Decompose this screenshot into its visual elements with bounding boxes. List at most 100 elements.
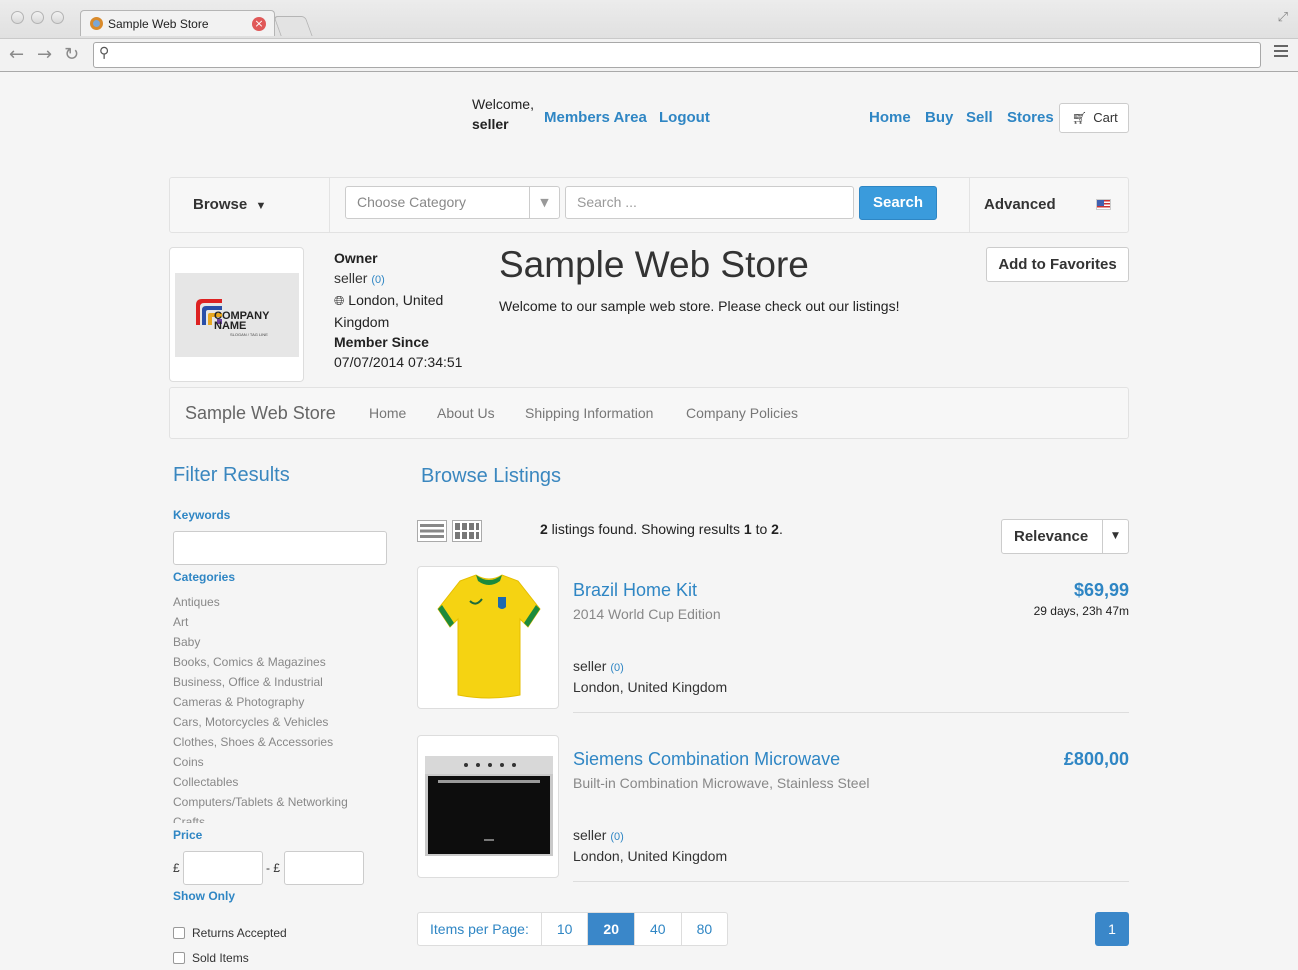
divider [969, 178, 970, 232]
store-nav-home[interactable]: Home [369, 405, 406, 421]
category-item[interactable]: Baby [173, 634, 373, 654]
company-logo: COMPANY NAME SLOGAN / TAG LINE [175, 273, 299, 357]
seller-feedback-count[interactable]: (0) [610, 662, 623, 674]
filter-results-heading: Filter Results [173, 464, 290, 486]
listing-location: London, United Kingdom [573, 679, 728, 695]
us-flag-icon[interactable] [1096, 199, 1111, 210]
per-page-option[interactable]: 10 [540, 913, 588, 945]
listing-seller: seller (0) [573, 658, 624, 674]
per-page-option[interactable]: 40 [633, 913, 681, 945]
listing-item: Siemens Combination Microwave Built-in C… [417, 735, 1129, 882]
store-nav-policies[interactable]: Company Policies [686, 405, 798, 421]
listing-title-link[interactable]: Brazil Home Kit [573, 580, 697, 601]
welcome-username: seller [472, 116, 509, 132]
seller-link[interactable]: seller [573, 827, 606, 843]
close-window-button[interactable] [11, 11, 24, 24]
location-line1: London, United [348, 292, 444, 308]
new-tab-button[interactable] [273, 16, 313, 36]
category-item[interactable]: Cameras & Photography [173, 694, 373, 714]
listing-price: $69,99 [1073, 580, 1129, 600]
forward-icon[interactable]: → [37, 44, 52, 65]
listing-thumbnail[interactable] [417, 735, 559, 878]
category-item[interactable]: Coins [173, 754, 373, 774]
price-min-input[interactable] [183, 851, 263, 885]
category-item[interactable]: Clothes, Shoes & Accessories [173, 734, 373, 754]
category-item[interactable]: Business, Office & Industrial [173, 674, 373, 694]
window-controls [11, 11, 64, 24]
category-item[interactable]: Books, Comics & Magazines [173, 654, 373, 674]
store-title: Sample Web Store [499, 244, 809, 285]
keywords-input[interactable] [173, 531, 387, 565]
close-tab-icon[interactable]: × [252, 17, 266, 31]
search-input[interactable]: Search ... [565, 186, 854, 219]
listing-location: London, United Kingdom [573, 848, 728, 864]
category-item[interactable]: Antiques [173, 594, 373, 614]
stores-link[interactable]: Stores [1007, 109, 1054, 126]
feedback-count[interactable]: (0) [371, 274, 384, 286]
reload-icon[interactable]: ↻ [64, 44, 79, 65]
category-item[interactable]: Cars, Motorcycles & Vehicles [173, 714, 373, 734]
sort-dropdown[interactable]: Relevance ▼ [1001, 519, 1129, 554]
logo-slogan: SLOGAN / TAG LINE [230, 332, 268, 337]
per-page-option-active[interactable]: 20 [587, 913, 634, 945]
fullscreen-icon[interactable]: ⤢ [1278, 10, 1288, 25]
store-nav-shipping[interactable]: Shipping Information [525, 405, 653, 421]
returns-accepted-checkbox[interactable]: Returns Accepted [173, 926, 287, 940]
category-item[interactable]: Computers/Tablets & Networking [173, 794, 373, 814]
search-button[interactable]: Search [859, 186, 937, 220]
back-icon[interactable]: ← [9, 44, 24, 65]
member-since-label: Member Since [334, 334, 429, 350]
category-item[interactable]: Crafts [173, 814, 373, 823]
list-view-icon[interactable] [417, 520, 447, 542]
zoom-window-button[interactable] [51, 11, 64, 24]
per-page-option[interactable]: 80 [680, 913, 728, 945]
seller-feedback-count[interactable]: (0) [610, 831, 623, 843]
address-bar[interactable]: ⚲ [93, 42, 1261, 68]
browse-dropdown[interactable]: Browse ▼ [193, 196, 266, 213]
sell-link[interactable]: Sell [966, 109, 993, 126]
add-to-favorites-button[interactable]: Add to Favorites [986, 247, 1129, 282]
listing-thumbnail[interactable] [417, 566, 559, 709]
logo-text: COMPANY NAME [214, 310, 270, 332]
globe-icon: 🌐︎ [334, 294, 345, 309]
members-area-link[interactable]: Members Area [544, 109, 647, 126]
listing-title-link[interactable]: Siemens Combination Microwave [573, 749, 840, 770]
browse-label: Browse [193, 196, 248, 213]
grid-view-icon[interactable] [452, 520, 482, 542]
buy-link[interactable]: Buy [925, 109, 953, 126]
cart-button[interactable]: 🛒︎ Cart [1059, 103, 1129, 133]
keywords-label: Keywords [173, 508, 231, 522]
sold-items-checkbox[interactable]: Sold Items [173, 951, 249, 965]
price-max-input[interactable] [284, 851, 364, 885]
location-line2: Kingdom [334, 314, 390, 330]
caret-down-icon[interactable]: ▼ [1102, 520, 1128, 553]
seller-link[interactable]: seller [573, 658, 606, 674]
category-item[interactable]: Art [173, 614, 373, 634]
results-from: 1 [743, 521, 752, 537]
logout-link[interactable]: Logout [659, 109, 710, 126]
category-select[interactable]: Choose Category ▼ [345, 186, 560, 219]
advanced-search-link[interactable]: Advanced [984, 196, 1056, 213]
browser-chrome: Sample Web Store × ⤢ ← → ↻ ⚲ [0, 0, 1298, 72]
store-nav-about[interactable]: About Us [437, 405, 495, 421]
checkbox-icon[interactable] [173, 952, 185, 964]
search-placeholder: Search ... [577, 194, 637, 210]
browser-tab[interactable]: Sample Web Store × [80, 10, 275, 36]
price-label: Price [173, 828, 203, 842]
welcome-text: Welcome, seller [472, 94, 534, 134]
menu-icon[interactable] [1274, 45, 1288, 60]
home-link[interactable]: Home [869, 109, 911, 126]
store-brand-link[interactable]: Sample Web Store [185, 403, 336, 424]
page-button-current[interactable]: 1 [1095, 912, 1129, 946]
category-item[interactable]: Collectables [173, 774, 373, 794]
minimize-window-button[interactable] [31, 11, 44, 24]
welcome-label: Welcome, [472, 96, 534, 112]
listing-subtitle: Built-in Combination Microwave, Stainles… [573, 775, 870, 791]
returns-accepted-label: Returns Accepted [192, 926, 287, 940]
checkbox-icon[interactable] [173, 927, 185, 939]
microwave-image [425, 756, 553, 856]
price-separator: - £ [266, 861, 281, 875]
owner-name-link[interactable]: seller [334, 270, 367, 286]
results-period: . [778, 521, 783, 537]
sort-label: Relevance [1014, 528, 1089, 545]
